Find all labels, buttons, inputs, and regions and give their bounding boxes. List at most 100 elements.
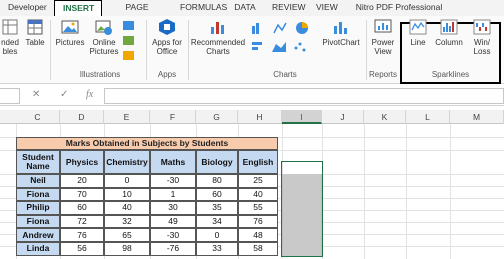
student-name-cell[interactable]: Philip	[16, 201, 60, 215]
recommended-pivottables-button[interactable]: nded bles	[0, 18, 20, 56]
column-header-k[interactable]: K	[364, 110, 406, 124]
column-header-m[interactable]: M	[450, 110, 504, 124]
mark-cell[interactable]: 72	[60, 214, 104, 229]
column-header-c[interactable]: C	[16, 110, 60, 124]
mark-cell[interactable]: 40	[104, 201, 150, 215]
student-name-cell[interactable]: Linda	[16, 242, 60, 256]
student-name-cell[interactable]: Neil	[16, 174, 60, 188]
column-header-f[interactable]: F	[150, 110, 196, 124]
mark-cell[interactable]: 60	[60, 201, 104, 215]
online-pictures-button[interactable]: Online Pictures	[88, 18, 120, 56]
mark-cell[interactable]: -30	[150, 228, 196, 242]
student-name-cell[interactable]: Fiona	[16, 214, 60, 229]
column-header-g[interactable]: G	[196, 110, 238, 124]
tab-formulas[interactable]: FORMULAS	[172, 0, 227, 16]
formula-input[interactable]	[104, 88, 504, 104]
separator	[146, 20, 147, 80]
win-loss-sparkline-button[interactable]: Win/ Loss	[468, 18, 496, 56]
table-header-cell[interactable]: Biology	[196, 150, 238, 174]
tab-insert[interactable]: INSERT	[54, 0, 102, 16]
table-header-cell[interactable]: Maths	[150, 150, 196, 174]
recommended-charts-button[interactable]: Recommended Charts	[190, 18, 246, 56]
mark-cell[interactable]: 0	[196, 228, 238, 242]
apps-store-icon	[158, 18, 176, 36]
mark-cell[interactable]: 10	[104, 187, 150, 202]
line-sparkline-button[interactable]: Line	[404, 18, 432, 47]
mark-cell[interactable]: 80	[196, 174, 238, 188]
insert-function-icon[interactable]: fx	[86, 89, 93, 100]
mark-cell[interactable]: 34	[196, 214, 238, 229]
column-header-i[interactable]: I	[282, 110, 322, 124]
student-name-cell[interactable]: Fiona	[16, 187, 60, 202]
table-header-cell[interactable]: Physics	[60, 150, 104, 174]
tab-page-layout[interactable]: PAGE LAYOUT	[102, 0, 172, 27]
pictures-button[interactable]: Pictures	[54, 18, 86, 47]
separator	[366, 20, 367, 80]
mark-cell[interactable]: 98	[104, 242, 150, 256]
mark-cell[interactable]: 49	[150, 214, 196, 229]
line-sparkline-icon	[409, 18, 427, 36]
table-button[interactable]: Table	[22, 18, 48, 47]
column-header-d[interactable]: D	[60, 110, 104, 124]
name-box[interactable]	[0, 88, 20, 104]
power-view-button[interactable]: Power View	[368, 18, 398, 56]
column-header-h[interactable]: H	[238, 110, 282, 124]
column-header-j[interactable]: J	[322, 110, 364, 124]
mark-cell[interactable]: 48	[238, 228, 278, 242]
screenshot-icon	[123, 51, 134, 60]
mark-cell[interactable]: 65	[104, 228, 150, 242]
mark-cell[interactable]: 30	[150, 201, 196, 215]
ribbon: nded bles Table Pictures Online Pictures…	[0, 16, 504, 84]
tab-view[interactable]: VIEW	[308, 0, 344, 16]
tab-data[interactable]: DATA	[226, 0, 264, 16]
mark-cell[interactable]: 76	[60, 228, 104, 242]
illustrations-group-label: Illustrations	[79, 70, 121, 79]
mark-cell[interactable]: 60	[196, 187, 238, 202]
mark-cell[interactable]: 40	[238, 187, 278, 202]
column-sparkline-label: Column	[435, 38, 463, 47]
smartart-icon	[123, 36, 134, 45]
mark-cell[interactable]: -30	[150, 174, 196, 188]
win-loss-sparkline-icon	[473, 18, 491, 36]
table-header-cell[interactable]: Student Name	[16, 150, 60, 174]
bar-chart-icon	[252, 42, 262, 50]
sparklines-group-label: Sparklines	[431, 70, 470, 79]
apps-for-office-button[interactable]: Apps for Office	[150, 18, 184, 56]
shapes-smartart-group	[122, 20, 136, 62]
mark-cell[interactable]: 55	[238, 201, 278, 215]
mark-cell[interactable]: -76	[150, 242, 196, 256]
tab-nitro-pdf-professional[interactable]: Nitro PDF Professional	[344, 0, 454, 16]
pivotchart-button[interactable]: PivotChart	[318, 18, 364, 47]
enter-icon[interactable]: ✓	[60, 89, 68, 100]
cancel-icon[interactable]: ✕	[32, 89, 40, 100]
apps-for-office-label: Apps for Office	[152, 38, 182, 56]
student-name-cell[interactable]: Andrew	[16, 228, 60, 242]
formula-bar: ✕ ✓ fx	[0, 86, 504, 106]
reports-group-label: Reports	[368, 70, 397, 79]
column-header-e[interactable]: E	[104, 110, 150, 124]
mark-cell[interactable]: 70	[60, 187, 104, 202]
table-header-cell[interactable]: Chemistry	[104, 150, 150, 174]
mark-cell[interactable]: 1	[150, 187, 196, 202]
mark-cell[interactable]: 32	[104, 214, 150, 229]
separator	[188, 20, 189, 80]
mark-cell[interactable]: 0	[104, 174, 150, 188]
tab-review[interactable]: REVIEW	[264, 0, 308, 16]
mark-cell[interactable]: 76	[238, 214, 278, 229]
grid-line	[450, 124, 451, 259]
column-header-l[interactable]: L	[406, 110, 450, 124]
shapes-icon	[123, 21, 134, 30]
chart-type-buttons[interactable]	[250, 20, 314, 62]
mark-cell[interactable]: 56	[60, 242, 104, 256]
tab-developer[interactable]: Developer	[0, 0, 54, 16]
mark-cell[interactable]: 33	[196, 242, 238, 256]
mark-cell[interactable]: 25	[238, 174, 278, 188]
column-sparkline-button[interactable]: Column	[432, 18, 466, 47]
apps-group-label: Apps	[157, 70, 177, 79]
mark-cell[interactable]: 20	[60, 174, 104, 188]
table-header-cell[interactable]: English	[238, 150, 278, 174]
mark-cell[interactable]: 35	[196, 201, 238, 215]
win-loss-sparkline-label: Win/ Loss	[473, 38, 491, 56]
mark-cell[interactable]: 58	[238, 242, 278, 256]
scatter-chart-icon	[294, 42, 306, 52]
